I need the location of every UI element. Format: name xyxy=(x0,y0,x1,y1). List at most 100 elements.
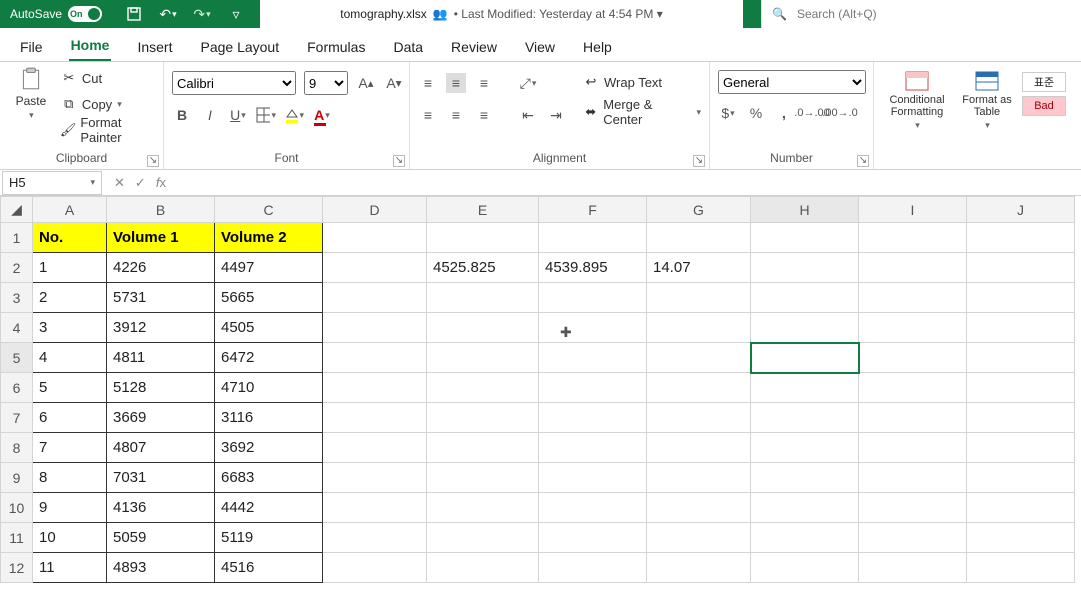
number-dialog-launcher[interactable]: ↘ xyxy=(857,155,869,167)
cell-A7[interactable]: 6 xyxy=(33,403,107,433)
cell-I5[interactable] xyxy=(859,343,967,373)
cell-A11[interactable]: 10 xyxy=(33,523,107,553)
increase-font-icon[interactable]: A▴ xyxy=(356,73,376,93)
percent-format-icon[interactable]: % xyxy=(746,103,766,123)
cell-I8[interactable] xyxy=(859,433,967,463)
font-size-select[interactable]: 9 xyxy=(304,71,348,95)
cell-D8[interactable] xyxy=(323,433,427,463)
cell-E9[interactable] xyxy=(427,463,539,493)
cell-F3[interactable] xyxy=(539,283,647,313)
cell-E2[interactable]: 4525.825 xyxy=(427,253,539,283)
decrease-decimal-icon[interactable]: .00→.0 xyxy=(830,103,850,123)
cell-F5[interactable] xyxy=(539,343,647,373)
tab-view[interactable]: View xyxy=(523,33,557,61)
italic-button[interactable]: I xyxy=(200,105,220,125)
number-format-select[interactable]: General xyxy=(718,70,866,94)
cell-E7[interactable] xyxy=(427,403,539,433)
save-icon[interactable] xyxy=(124,4,144,24)
cell-F4[interactable] xyxy=(539,313,647,343)
align-center-icon[interactable]: ≡ xyxy=(446,105,466,125)
cell-B12[interactable]: 4893 xyxy=(107,553,215,583)
cell-D5[interactable] xyxy=(323,343,427,373)
cell-F12[interactable] xyxy=(539,553,647,583)
cell-J8[interactable] xyxy=(967,433,1075,463)
cancel-formula-icon[interactable]: ✕ xyxy=(114,175,125,191)
cell-A9[interactable]: 8 xyxy=(33,463,107,493)
cell-B11[interactable]: 5059 xyxy=(107,523,215,553)
row-header-2[interactable]: 2 xyxy=(1,253,33,283)
cell-D7[interactable] xyxy=(323,403,427,433)
cell-A2[interactable]: 1 xyxy=(33,253,107,283)
last-modified[interactable]: • Last Modified: Yesterday at 4:54 PM ▾ xyxy=(454,7,663,21)
cell-G2[interactable]: 14.07 xyxy=(647,253,751,283)
cell-A5[interactable]: 4 xyxy=(33,343,107,373)
cell-J7[interactable] xyxy=(967,403,1075,433)
col-header-a[interactable]: A xyxy=(33,197,107,223)
row-header-9[interactable]: 9 xyxy=(1,463,33,493)
share-icon[interactable]: 👥 xyxy=(433,7,448,21)
cell-J10[interactable] xyxy=(967,493,1075,523)
cell-B9[interactable]: 7031 xyxy=(107,463,215,493)
font-name-select[interactable]: Calibri xyxy=(172,71,296,95)
tab-formulas[interactable]: Formulas xyxy=(305,33,367,61)
cell-A8[interactable]: 7 xyxy=(33,433,107,463)
enter-formula-icon[interactable]: ✓ xyxy=(135,175,146,191)
cell-F1[interactable] xyxy=(539,223,647,253)
cell-C3[interactable]: 5665 xyxy=(215,283,323,313)
cell-H7[interactable] xyxy=(751,403,859,433)
cell-A4[interactable]: 3 xyxy=(33,313,107,343)
cell-F9[interactable] xyxy=(539,463,647,493)
cell-C2[interactable]: 4497 xyxy=(215,253,323,283)
cell-J12[interactable] xyxy=(967,553,1075,583)
cell-D6[interactable] xyxy=(323,373,427,403)
decrease-font-icon[interactable]: A▾ xyxy=(384,73,404,93)
cell-G7[interactable] xyxy=(647,403,751,433)
cell-H6[interactable] xyxy=(751,373,859,403)
col-header-h[interactable]: H xyxy=(751,197,859,223)
cell-C11[interactable]: 5119 xyxy=(215,523,323,553)
cell-I10[interactable] xyxy=(859,493,967,523)
cell-E1[interactable] xyxy=(427,223,539,253)
cell-C8[interactable]: 3692 xyxy=(215,433,323,463)
cell-H5[interactable] xyxy=(751,343,859,373)
cell-E8[interactable] xyxy=(427,433,539,463)
row-header-11[interactable]: 11 xyxy=(1,523,33,553)
name-box[interactable]: H5 ▾ xyxy=(2,171,102,195)
row-header-3[interactable]: 3 xyxy=(1,283,33,313)
cell-D12[interactable] xyxy=(323,553,427,583)
undo-icon[interactable]: ↶▾ xyxy=(158,4,178,24)
cell-B6[interactable]: 5128 xyxy=(107,373,215,403)
cell-C12[interactable]: 4516 xyxy=(215,553,323,583)
conditional-formatting-button[interactable]: Conditional Formatting▾ xyxy=(882,70,952,131)
cell-F6[interactable] xyxy=(539,373,647,403)
align-bottom-icon[interactable]: ≡ xyxy=(474,73,494,93)
search-box[interactable]: 🔍 Search (Alt+Q) xyxy=(761,0,1081,28)
cell-C6[interactable]: 4710 xyxy=(215,373,323,403)
cell-I11[interactable] xyxy=(859,523,967,553)
merge-center-button[interactable]: ⬌Merge & Center ▾ xyxy=(582,100,701,124)
cell-H3[interactable] xyxy=(751,283,859,313)
decrease-indent-icon[interactable]: ⇤ xyxy=(518,105,538,125)
fx-icon[interactable]: fx xyxy=(156,175,166,190)
cell-I6[interactable] xyxy=(859,373,967,403)
borders-button[interactable]: ▾ xyxy=(256,105,276,125)
cell-B4[interactable]: 3912 xyxy=(107,313,215,343)
fill-color-button[interactable]: ▾ xyxy=(284,105,304,125)
cell-G9[interactable] xyxy=(647,463,751,493)
col-header-i[interactable]: I xyxy=(859,197,967,223)
cell-I1[interactable] xyxy=(859,223,967,253)
cell-H8[interactable] xyxy=(751,433,859,463)
name-box-dropdown-icon[interactable]: ▾ xyxy=(90,177,95,188)
row-header-6[interactable]: 6 xyxy=(1,373,33,403)
cell-E3[interactable] xyxy=(427,283,539,313)
cell-I3[interactable] xyxy=(859,283,967,313)
cell-E6[interactable] xyxy=(427,373,539,403)
cell-D11[interactable] xyxy=(323,523,427,553)
cell-B10[interactable]: 4136 xyxy=(107,493,215,523)
cell-C10[interactable]: 4442 xyxy=(215,493,323,523)
cell-C9[interactable]: 6683 xyxy=(215,463,323,493)
select-all-corner[interactable]: ◢ xyxy=(1,197,33,223)
cut-button[interactable]: ✂Cut xyxy=(60,66,155,90)
row-header-4[interactable]: 4 xyxy=(1,313,33,343)
cell-I4[interactable] xyxy=(859,313,967,343)
